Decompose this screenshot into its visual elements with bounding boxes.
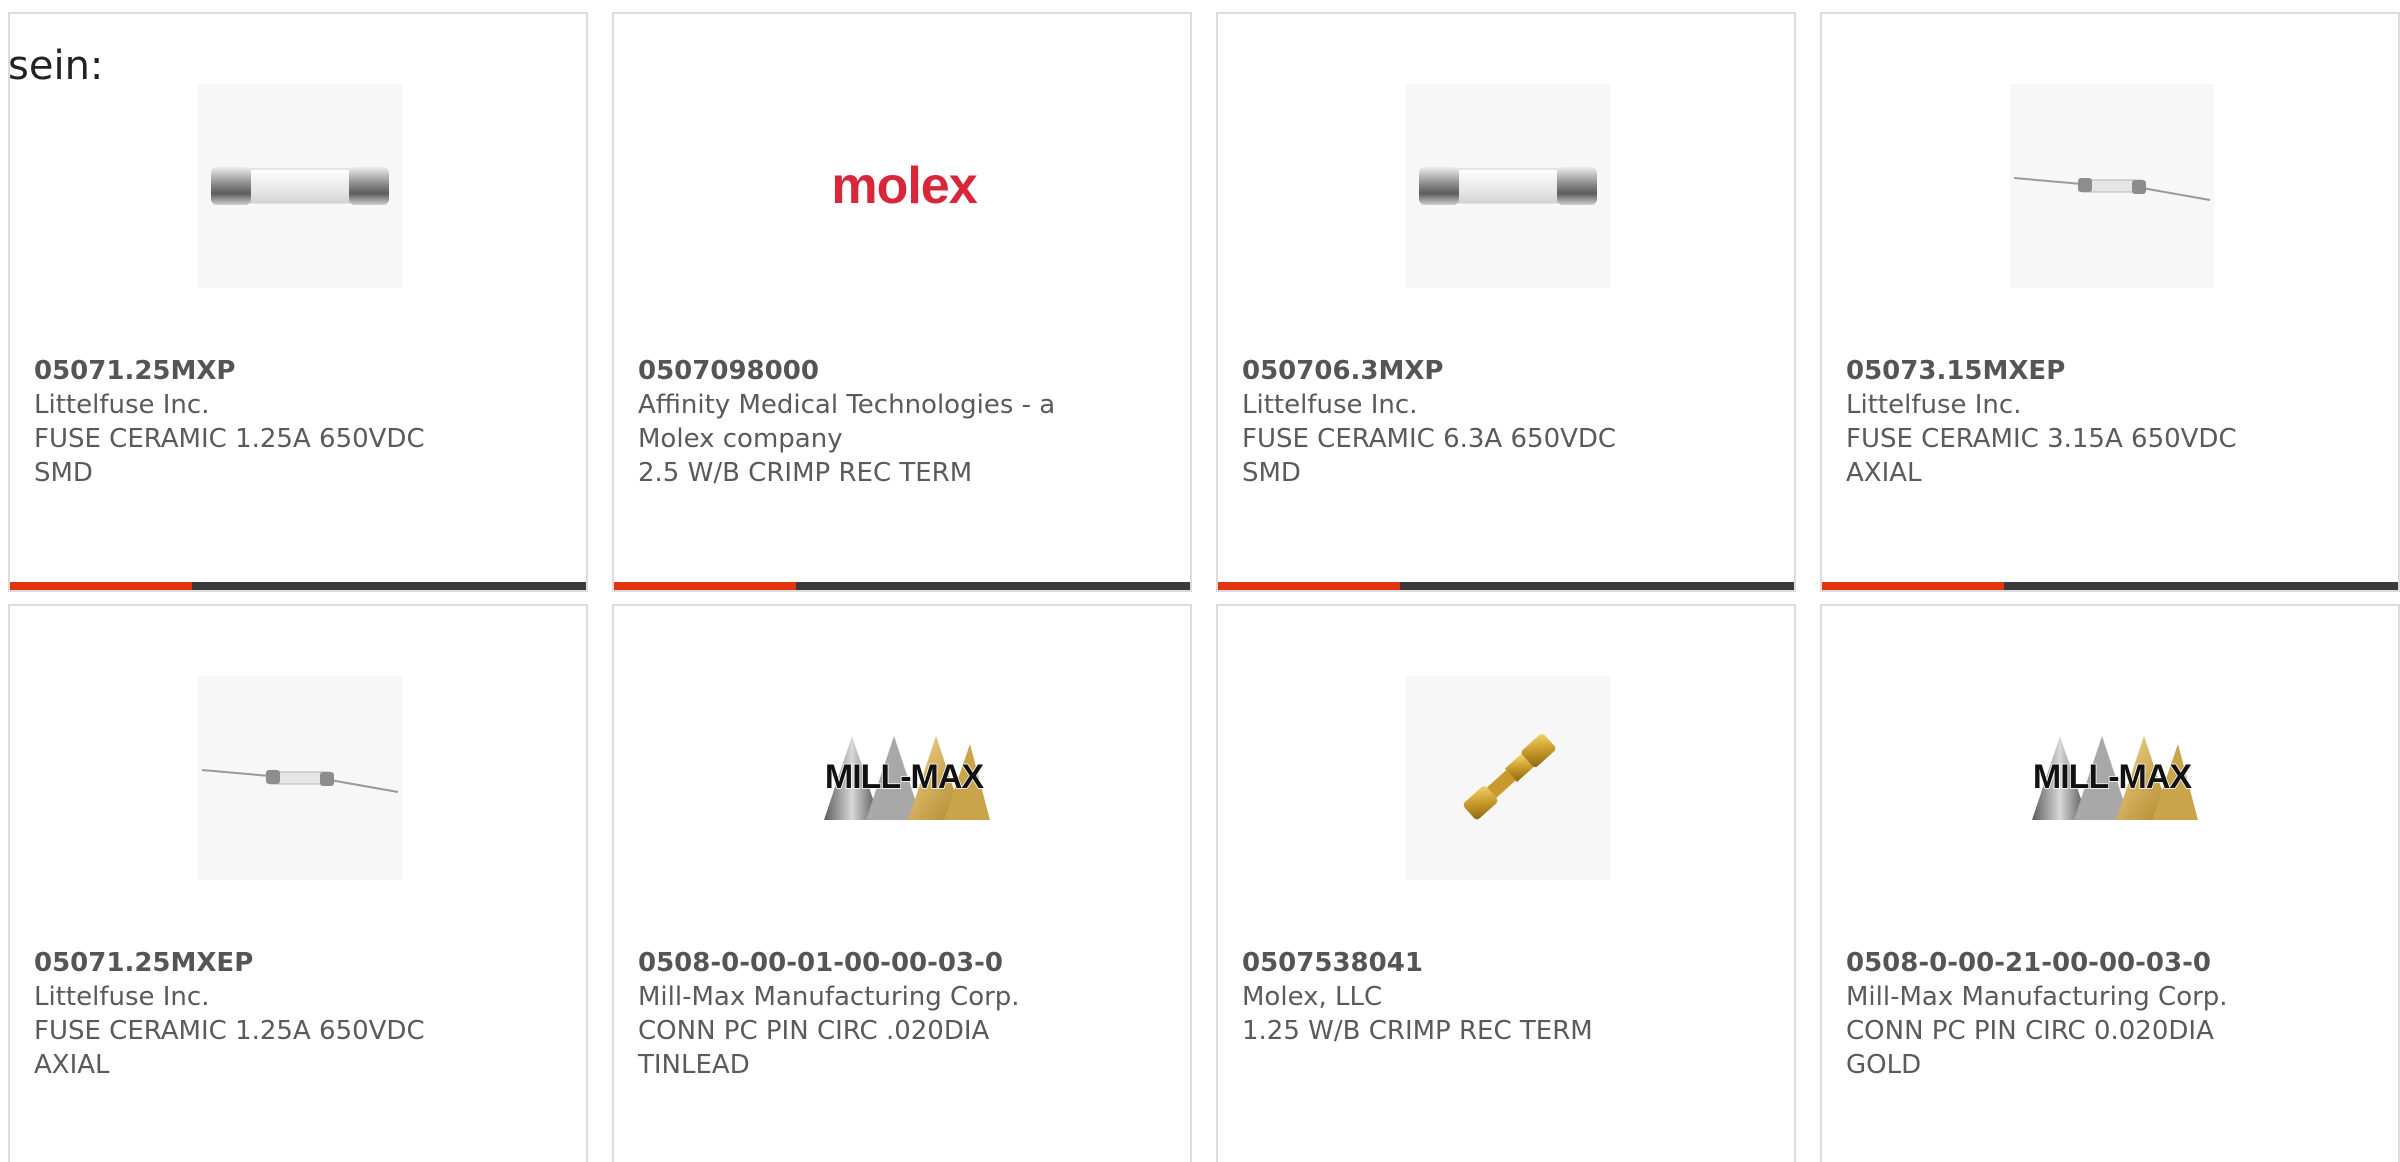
part-number[interactable]: 050706.3MXP [1242,354,1662,388]
card-accent-bar [1218,582,1400,590]
molex-logo: molex [831,157,977,215]
card-accent-bar [10,582,192,590]
manufacturer-name: Molex, LLC [1242,982,1383,1012]
cartridge-fuse-icon [205,151,395,221]
part-number[interactable]: 05071.25MXEP [34,946,454,980]
card-bottom-bar [614,582,1190,590]
product-description: FUSE CERAMIC 6.3A 650VDC [1242,424,1617,454]
product-description: SMD [1242,458,1301,488]
product-info: 0507098000 Affinity Medical Technologies … [638,354,1058,490]
product-info: 05071.25MXP Littelfuse Inc. FUSE CERAMIC 1… [34,354,454,490]
svg-text:MILL-MAX: MILL-MAX [825,758,985,796]
card-accent-bar [1822,582,2004,590]
product-image[interactable] [2010,84,2214,288]
card-accent-bar [614,582,796,590]
manufacturer-name: Littelfuse Inc. [1242,390,1418,420]
product-description: TINLEAD [638,1050,750,1080]
part-number[interactable]: 0507538041 [1242,946,1662,980]
product-image[interactable] [198,84,402,288]
product-info: 05071.25MXEP Littelfuse Inc. FUSE CERAMIC … [34,946,454,1082]
manufacturer-name: Littelfuse Inc. [34,390,210,420]
product-description: GOLD [1846,1050,1922,1080]
mill-max-logo: MILL-MAX [804,728,1004,828]
crimp-terminal-icon [1453,718,1563,838]
product-description: AXIAL [1846,458,1922,488]
manufacturer-name: Littelfuse Inc. [1846,390,2022,420]
product-card[interactable]: 050706.3MXP Littelfuse Inc. FUSE CERAMIC 6… [1216,12,1796,592]
product-card[interactable]: 05073.15MXEP Littelfuse Inc. FUSE CERAMIC … [1820,12,2400,592]
product-info: 05073.15MXEP Littelfuse Inc. FUSE CERAMIC … [1846,354,2266,490]
manufacturer-name: Mill-Max Manufacturing Corp. [1846,982,2228,1012]
cartridge-fuse-icon [1413,151,1603,221]
mill-max-logo: MILL-MAX [2012,728,2212,828]
product-card[interactable]: 0507538041 Molex, LLC 1.25 W/B CRIMP REC T… [1216,604,1796,1162]
product-info: 050706.3MXP Littelfuse Inc. FUSE CERAMIC 6… [1242,354,1662,490]
product-description: FUSE CERAMIC 1.25A 650VDC [34,1016,425,1046]
product-info: 0507538041 Molex, LLC 1.25 W/B CRIMP REC T… [1242,946,1662,1048]
card-bottom-bar [1218,582,1794,590]
manufacturer-name: Littelfuse Inc. [34,982,210,1012]
product-image[interactable] [1406,84,1610,288]
axial-fuse-icon [200,748,400,808]
product-description: 1.25 W/B CRIMP REC TERM [1242,1016,1593,1046]
product-card[interactable]: molex 0507098000 Affinity Medical Technolo… [612,12,1192,592]
manufacturer-name: Mill-Max Manufacturing Corp. [638,982,1020,1012]
product-card[interactable]: 05071.25MXEP Littelfuse Inc. FUSE CERAMIC … [8,604,588,1162]
product-card[interactable]: 05071.25MXP Littelfuse Inc. FUSE CERAMIC 1… [8,12,588,592]
product-image[interactable]: MILL-MAX [2010,676,2214,880]
product-image[interactable]: molex [802,84,1006,288]
card-bottom-bar [1822,582,2398,590]
part-number[interactable]: 0507098000 [638,354,1058,388]
manufacturer-name: Molex company [638,424,843,454]
product-card[interactable]: MILL-MAX 0508-0-00-21-00-00-03-0 Mill-Max … [1820,604,2400,1162]
product-listing-page: sein: 05071.25MXP Littelfuse Inc. FUSE CER… [0,0,2400,1162]
part-number[interactable]: 05071.25MXP [34,354,454,388]
product-description: SMD [34,458,93,488]
part-number[interactable]: 0508-0-00-21-00-00-03-0 [1846,946,2266,980]
product-description: FUSE CERAMIC 1.25A 650VDC [34,424,425,454]
svg-text:MILL-MAX: MILL-MAX [2033,758,2193,796]
product-image[interactable]: MILL-MAX [802,676,1006,880]
product-image[interactable] [1406,676,1610,880]
product-description: 2.5 W/B CRIMP REC TERM [638,458,973,488]
product-description: CONN PC PIN CIRC 0.020DIA [1846,1016,2214,1046]
product-image[interactable] [198,676,402,880]
part-number[interactable]: 0508-0-00-01-00-00-03-0 [638,946,1058,980]
product-info: 0508-0-00-01-00-00-03-0 Mill-Max Manufact… [638,946,1058,1082]
product-card[interactable]: MILL-MAX 0508-0-00-01-00-00-03-0 Mill-Max … [612,604,1192,1162]
product-description: FUSE CERAMIC 3.15A 650VDC [1846,424,2237,454]
part-number[interactable]: 05073.15MXEP [1846,354,2266,388]
intro-text: sein: [8,43,104,89]
product-description: CONN PC PIN CIRC .020DIA [638,1016,990,1046]
product-description: AXIAL [34,1050,110,1080]
manufacturer-name: Affinity Medical Technologies - a [638,390,1056,420]
product-grid: 05071.25MXP Littelfuse Inc. FUSE CERAMIC 1… [8,12,2400,1162]
axial-fuse-icon [2012,156,2212,216]
card-bottom-bar [10,582,586,590]
product-info: 0508-0-00-21-00-00-03-0 Mill-Max Manufact… [1846,946,2266,1082]
